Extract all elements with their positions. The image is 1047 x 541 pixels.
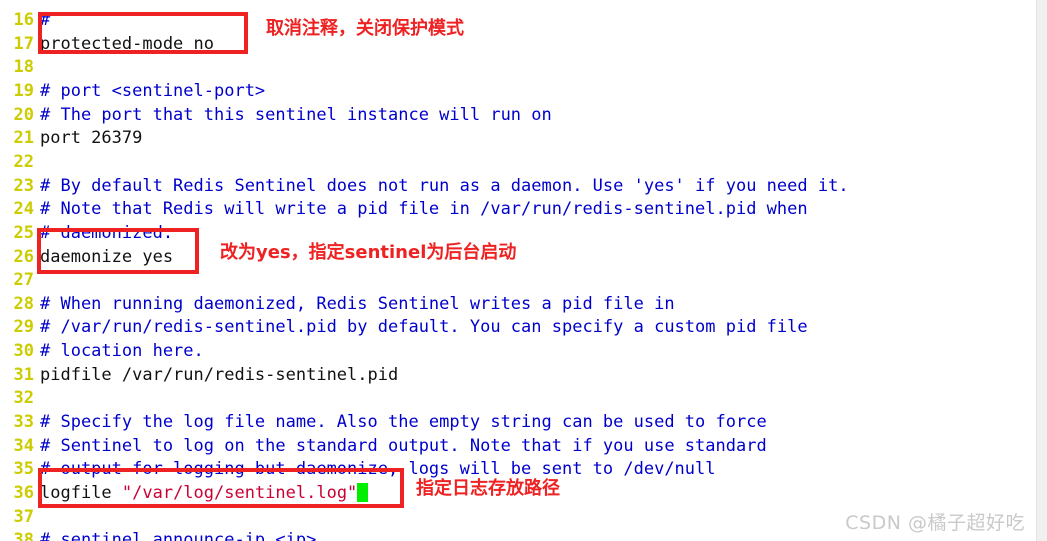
line-number: 35 (13, 459, 34, 480)
logfile-note: 指定日志存放路径 (416, 478, 560, 499)
line-content: protected-mode no (40, 33, 214, 54)
logfile-directive: logfile (40, 483, 122, 503)
text-cursor (357, 483, 369, 502)
line-number: 28 (13, 293, 34, 314)
line-number: 24 (13, 199, 34, 220)
line-content: # output for logging but daemonize, logs… (40, 459, 716, 480)
line-number: 22 (13, 151, 34, 172)
line-content: # The port that this sentinel instance w… (40, 104, 552, 125)
line-content: daemonize yes (40, 246, 174, 267)
line-number: 36 (13, 483, 34, 503)
scrollbar-strip[interactable] (1036, 0, 1047, 541)
line-number: 17 (13, 33, 34, 54)
line-content: # Note that Redis will write a pid file … (40, 199, 808, 220)
line-content: # location here. (40, 341, 204, 362)
line-number: 19 (13, 80, 34, 101)
line-number: 32 (13, 388, 34, 409)
line-number: 18 (13, 57, 34, 78)
line-number: 25 (13, 222, 34, 243)
line-content: # /var/run/redis-sentinel.pid by default… (40, 317, 808, 338)
line-number: 34 (13, 435, 34, 456)
line-number: 27 (13, 270, 34, 291)
line-number: 23 (13, 175, 34, 196)
line-number: 21 (13, 128, 34, 149)
line-content: port 26379 (40, 128, 143, 149)
line-number: 31 (13, 364, 34, 385)
protected-mode-note: 取消注释，关闭保护模式 (266, 18, 464, 39)
line-content: logfile "/var/log/sentinel.log" (40, 481, 369, 505)
line-number: 30 (13, 341, 34, 362)
code-editor-pane[interactable]: 16 #17 protected-mode no 18 19 # port <sentin… (0, 0, 1037, 541)
line-content: # sentinel announce-ip <ip> (40, 530, 317, 541)
line-number: 29 (13, 317, 34, 338)
line-number: 20 (13, 104, 34, 125)
logfile-path-string: "/var/log/sentinel.log" (121, 483, 358, 503)
line-content: # When running daemonized, Redis Sentine… (40, 293, 675, 314)
line-content: # (40, 10, 51, 30)
line-content: # port <sentinel-port> (40, 80, 266, 101)
line-content: # By default Redis Sentinel does not run… (40, 175, 849, 196)
line-content: # Sentinel to log on the standard output… (40, 435, 767, 456)
line-number: 33 (13, 412, 34, 433)
screenshot-root: 16 #17 protected-mode no 18 19 # port <sentin… (0, 0, 1047, 541)
watermark: CSDN @橘子超好吃 (845, 512, 1025, 534)
line-content: pidfile /var/run/redis-sentinel.pid (40, 364, 399, 385)
line-number: 16 (13, 10, 34, 30)
line-number: 37 (13, 506, 34, 527)
line-content: # daemonized. (40, 222, 174, 243)
line-number: 38 (13, 530, 34, 541)
line-content: # Specify the log file name. Also the em… (40, 412, 767, 433)
line-number: 26 (13, 246, 34, 267)
daemonize-note: 改为yes，指定sentinel为后台启动 (220, 242, 517, 263)
